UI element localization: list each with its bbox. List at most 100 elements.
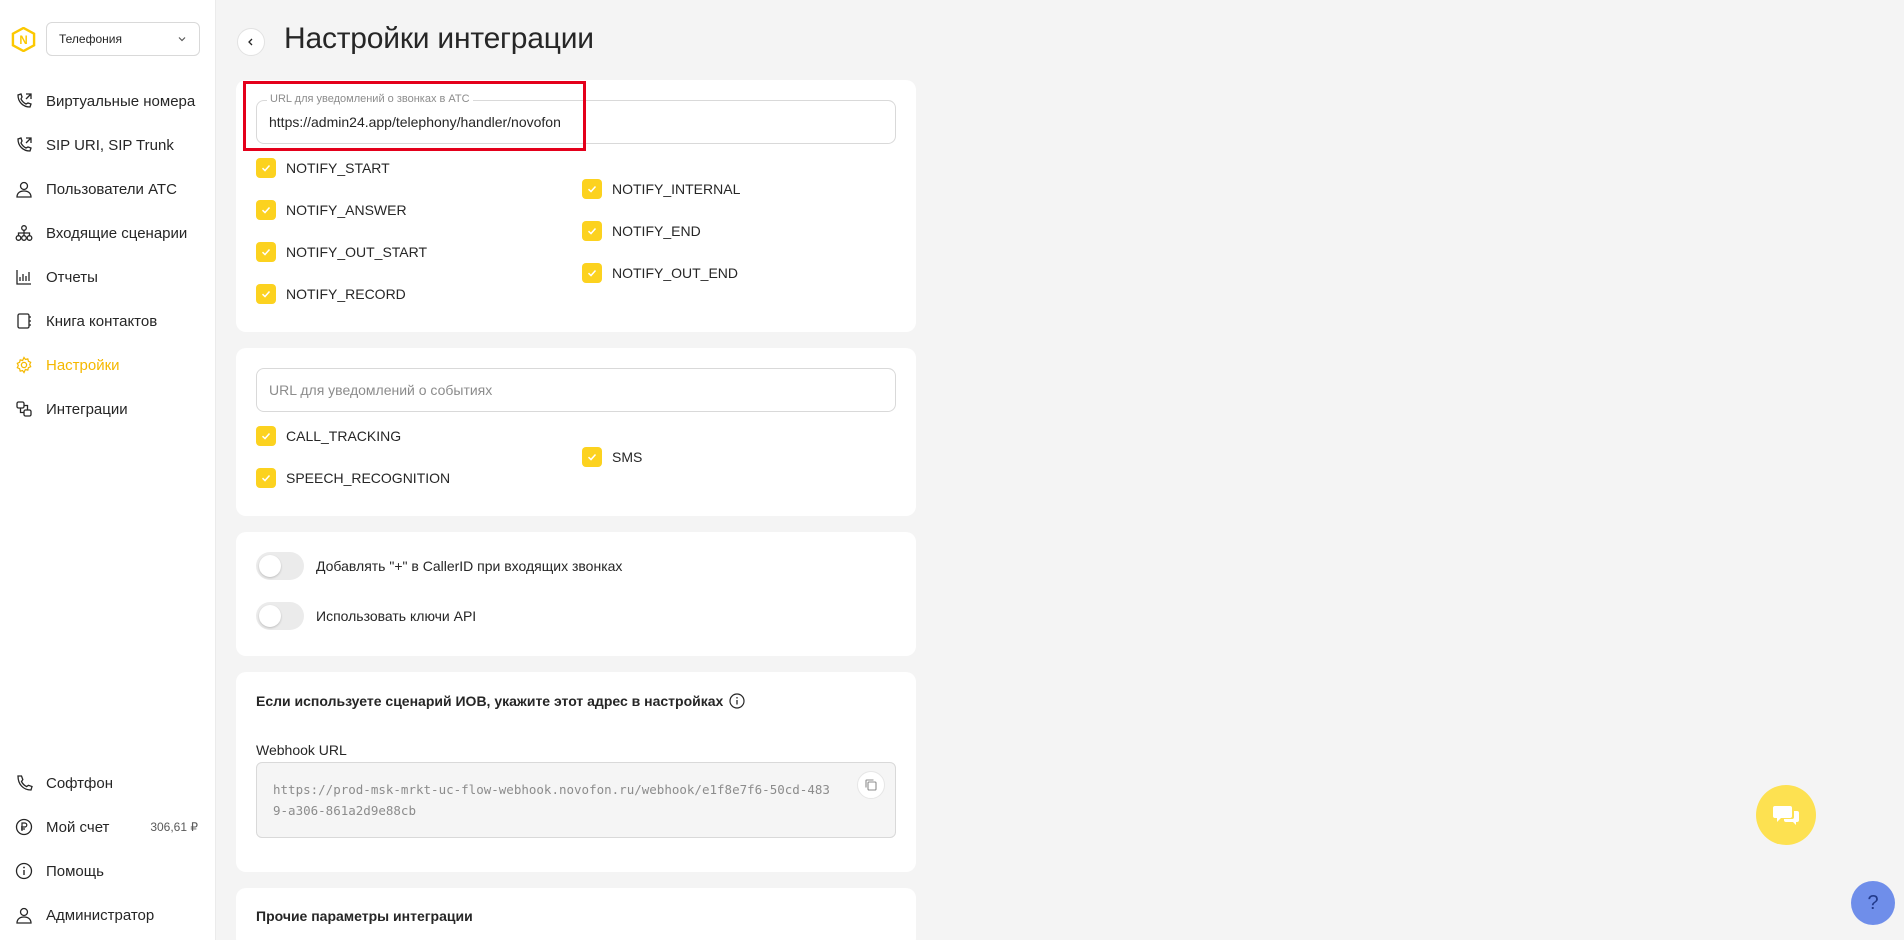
checkbox-label: NOTIFY_RECORD [286,286,406,302]
toggle-switch[interactable] [256,552,304,580]
copy-button[interactable] [857,771,885,799]
sidebar-item-label: Администратор [46,906,155,924]
novofon-logo[interactable]: N [11,27,36,52]
svg-text:N: N [19,35,27,47]
sidebar-item-label: Интеграции [46,400,128,418]
sidebar-item-softphone[interactable]: Софтфон [0,761,216,805]
highlight-box [243,81,586,151]
sidebar-item-contacts-book[interactable]: Книга контактов [0,299,216,343]
toggle-label: Использовать ключи API [316,608,477,624]
ivr-card-title-text: Если используете сценарий ИОВ, укажите э… [256,693,724,709]
sidebar-item-label: Мой счет [46,818,110,836]
back-button[interactable] [237,28,265,56]
webhook-url-box[interactable]: https://prod-msk-mrkt-uc-flow-webhook.no… [256,762,896,838]
checkbox-notify-answer[interactable]: NOTIFY_ANSWER [256,200,407,220]
checkmark-icon [256,426,276,446]
checkbox-label: NOTIFY_OUT_START [286,244,428,260]
checkmark-icon [582,179,602,199]
page-title: Настройки интеграции [284,22,594,55]
checkbox-notify-record[interactable]: NOTIFY_RECORD [256,284,406,304]
checkbox-label: CALL_TRACKING [286,428,402,444]
chat-icon [1773,806,1799,825]
sidebar: N Телефония Виртуальные номера SIP URI, … [0,0,216,940]
other-params-card: Прочие параметры интеграции [236,888,916,940]
sidebar-item-label: Книга контактов [46,312,158,330]
info-icon[interactable] [729,693,745,709]
flow-icon [14,223,34,243]
webhook-url-label: Webhook URL [256,742,347,758]
checkbox-label: SMS [612,449,643,465]
ivr-card-title: Если используете сценарий ИОВ, укажите э… [256,693,745,709]
sidebar-item-help[interactable]: Помощь [0,849,216,893]
toggle-use-api-keys[interactable]: Использовать ключи API [256,602,476,630]
events-url-field[interactable]: URL для уведомлений о событиях [256,368,896,412]
checkbox-label: NOTIFY_OUT_END [612,265,739,281]
sidebar-item-administrator[interactable]: Администратор [0,893,216,937]
chart-icon [14,267,34,287]
account-balance: 306,61 ₽ [150,820,198,834]
gear-icon [14,355,34,375]
checkmark-icon [582,221,602,241]
ruble-icon [14,817,34,837]
checkbox-call-tracking[interactable]: CALL_TRACKING [256,426,401,446]
sidebar-item-label: Пользователи АТС [46,180,177,198]
other-params-title: Прочие параметры интеграции [256,908,473,924]
sidebar-item-label: Отчеты [46,268,98,286]
checkmark-icon [256,468,276,488]
sidebar-bottom-nav: Софтфон Мой счет 306,61 ₽ Помощь Админис… [0,761,216,937]
toggle-add-plus-callerid[interactable]: Добавлять "+" в CallerID при входящих зв… [256,552,622,580]
checkmark-icon [582,447,602,467]
chevron-left-icon [248,38,253,46]
phone-forward-icon [14,135,34,155]
checkmark-icon [256,242,276,262]
chevron-down-icon [178,37,186,42]
help-button-label: ? [1867,891,1879,914]
sidebar-item-my-account[interactable]: Мой счет 306,61 ₽ [0,805,216,849]
sidebar-item-label: Софтфон [46,774,114,792]
checkmark-icon [256,200,276,220]
webhook-url-value: https://prod-msk-mrkt-uc-flow-webhook.no… [273,782,830,818]
checkbox-notify-out-start[interactable]: NOTIFY_OUT_START [256,242,427,262]
events-notifications-card: URL для уведомлений о событиях CALL_TRAC… [236,348,916,516]
ivr-webhook-card: Если используете сценарий ИОВ, укажите э… [236,672,916,872]
sidebar-nav: Виртуальные номера SIP URI, SIP Trunk По… [0,79,216,431]
checkbox-notify-internal[interactable]: NOTIFY_INTERNAL [582,179,740,199]
sidebar-item-pbx-users[interactable]: Пользователи АТС [0,167,216,211]
user-icon [14,179,34,199]
sidebar-item-integrations[interactable]: Интеграции [0,387,216,431]
sidebar-item-incoming-scenarios[interactable]: Входящие сценарии [0,211,216,255]
checkbox-speech-recognition[interactable]: SPEECH_RECOGNITION [256,468,450,488]
toggle-label: Добавлять "+" в CallerID при входящих зв… [316,558,623,574]
help-button[interactable]: ? [1851,881,1895,925]
info-icon [14,861,34,881]
toggles-card: Добавлять "+" в CallerID при входящих зв… [236,532,916,656]
contacts-book-icon [14,311,34,331]
checkmark-icon [256,284,276,304]
user-icon [14,905,34,925]
checkbox-label: NOTIFY_INTERNAL [612,181,741,197]
sidebar-item-virtual-numbers[interactable]: Виртуальные номера [0,79,216,123]
sidebar-item-label: SIP URI, SIP Trunk [46,136,174,154]
sidebar-item-reports[interactable]: Отчеты [0,255,216,299]
checkbox-label: NOTIFY_ANSWER [286,202,407,218]
checkmark-icon [256,158,276,178]
copy-icon [865,779,877,791]
product-select[interactable]: Телефония [46,22,200,56]
product-select-value: Телефония [59,32,122,46]
checkbox-notify-start[interactable]: NOTIFY_START [256,158,390,178]
sidebar-item-label: Входящие сценарии [46,224,188,242]
events-url-placeholder: URL для уведомлений о событиях [269,382,493,398]
sidebar-item-sip-uri[interactable]: SIP URI, SIP Trunk [0,123,216,167]
checkbox-notify-end[interactable]: NOTIFY_END [582,221,701,241]
sidebar-item-label: Помощь [46,862,104,880]
phone-forward-icon [14,91,34,111]
checkbox-label: NOTIFY_END [612,223,701,239]
sidebar-item-settings[interactable]: Настройки [0,343,216,387]
integrations-icon [14,399,34,419]
checkbox-label: NOTIFY_START [286,160,390,176]
sidebar-item-label: Виртуальные номера [46,92,196,110]
checkbox-notify-out-end[interactable]: NOTIFY_OUT_END [582,263,738,283]
toggle-switch[interactable] [256,602,304,630]
chat-button[interactable] [1756,785,1816,845]
checkbox-sms[interactable]: SMS [582,447,642,467]
